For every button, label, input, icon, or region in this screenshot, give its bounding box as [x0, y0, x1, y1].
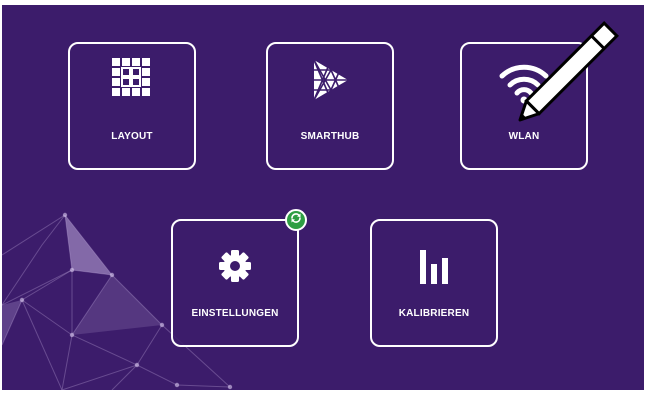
pen-icon: [518, 21, 619, 122]
gear-icon: [173, 249, 297, 283]
grid-icon: [70, 58, 194, 98]
smarthub-tile[interactable]: SMARTHUB: [266, 42, 394, 170]
sync-badge[interactable]: [285, 209, 307, 231]
layout-label: LAYOUT: [111, 131, 153, 142]
play-triangle-icon: [268, 58, 392, 102]
wlan-label: WLAN: [508, 131, 540, 142]
sync-icon: [290, 211, 302, 229]
kalibrieren-tile[interactable]: KALIBRIEREN: [370, 219, 498, 347]
layout-tile[interactable]: LAYOUT: [68, 42, 196, 170]
einstellungen-label: EINSTELLUNGEN: [191, 308, 279, 319]
einstellungen-tile[interactable]: EINSTELLUNGEN: [171, 219, 299, 347]
smarthub-label: SMARTHUB: [300, 131, 360, 142]
bar-chart-icon: [372, 248, 496, 286]
kalibrieren-label: KALIBRIEREN: [398, 308, 470, 319]
